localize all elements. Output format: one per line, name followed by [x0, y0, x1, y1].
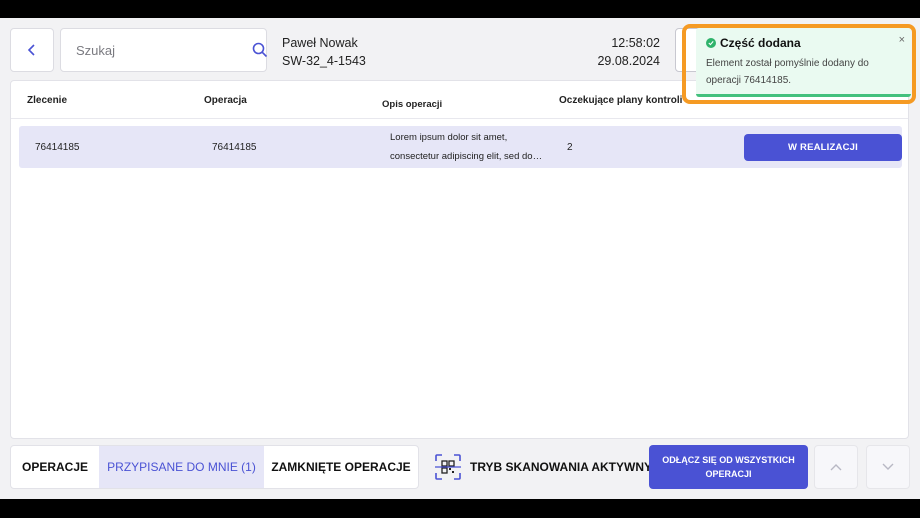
- chevron-down-icon: [882, 463, 894, 470]
- column-header-order: Zlecenie: [27, 95, 68, 106]
- search-input[interactable]: [61, 29, 252, 71]
- description-line-2: consectetur adipiscing elit, sed do…: [390, 151, 543, 162]
- tab-operations[interactable]: OPERACJE: [11, 446, 99, 488]
- scroll-up-button[interactable]: [814, 445, 858, 489]
- toast-message-line-1: Element został pomyślnie dodany do: [706, 58, 869, 69]
- scroll-down-button[interactable]: [866, 445, 910, 489]
- cell-operation: 76414185: [212, 141, 257, 153]
- description-line-1: Lorem ipsum dolor sit amet,: [390, 132, 508, 143]
- datetime: 12:58:02 29.08.2024: [597, 34, 660, 70]
- search-box: [60, 28, 268, 72]
- current-time: 12:58:02: [611, 36, 660, 50]
- toast-title-row: Część dodana: [706, 36, 901, 50]
- tab-assigned-to-me[interactable]: PRZYPISANE DO MNIE (1): [99, 446, 264, 488]
- cell-description: Lorem ipsum dolor sit amet, consectetur …: [390, 128, 550, 166]
- column-header-pending-plans: Oczekujące plany kontroli: [559, 95, 683, 106]
- qr-scan-icon: [435, 454, 461, 480]
- toast-close-icon[interactable]: ×: [899, 34, 905, 46]
- search-icon[interactable]: [252, 29, 268, 71]
- disconnect-all-button[interactable]: ODŁĄCZ SIĘ OD WSZYSTKICH OPERACJI: [649, 445, 808, 489]
- operations-table: Zlecenie Operacja Opis operacji Oczekują…: [10, 80, 909, 439]
- column-header-description: Opis operacji: [382, 99, 443, 110]
- chevron-left-icon: [27, 44, 35, 56]
- back-button[interactable]: [10, 28, 54, 72]
- status-button[interactable]: W REALIZACJI: [744, 133, 902, 161]
- success-toast: Część dodana Element został pomyślnie do…: [696, 28, 911, 97]
- cell-pending-plans: 2: [567, 141, 573, 153]
- tab-closed-operations[interactable]: ZAMKNIĘTE OPERACJE: [264, 446, 418, 488]
- current-date: 29.08.2024: [597, 54, 660, 68]
- user-name: Paweł Nowak: [282, 36, 358, 50]
- check-circle-icon: [706, 38, 716, 48]
- chevron-up-icon: [830, 464, 842, 471]
- scan-mode-label: TRYB SKANOWANIA AKTYWNY: [470, 460, 652, 474]
- table-row[interactable]: 76414185 76414185 Lorem ipsum dolor sit …: [19, 126, 902, 168]
- scan-mode-indicator[interactable]: TRYB SKANOWANIA AKTYWNY: [434, 452, 652, 482]
- workstation-id: SW-32_4-1543: [282, 54, 366, 68]
- tab-bar: OPERACJE PRZYPISANE DO MNIE (1) ZAMKNIĘT…: [10, 445, 419, 489]
- toast-message: Element został pomyślnie dodany do opera…: [706, 55, 901, 89]
- cell-order: 76414185: [35, 141, 80, 153]
- column-header-operation: Operacja: [204, 95, 247, 106]
- toast-message-line-2: operacji 76414185.: [706, 75, 792, 86]
- toast-title: Część dodana: [720, 36, 801, 50]
- user-info: Paweł Nowak SW-32_4-1543: [282, 34, 366, 70]
